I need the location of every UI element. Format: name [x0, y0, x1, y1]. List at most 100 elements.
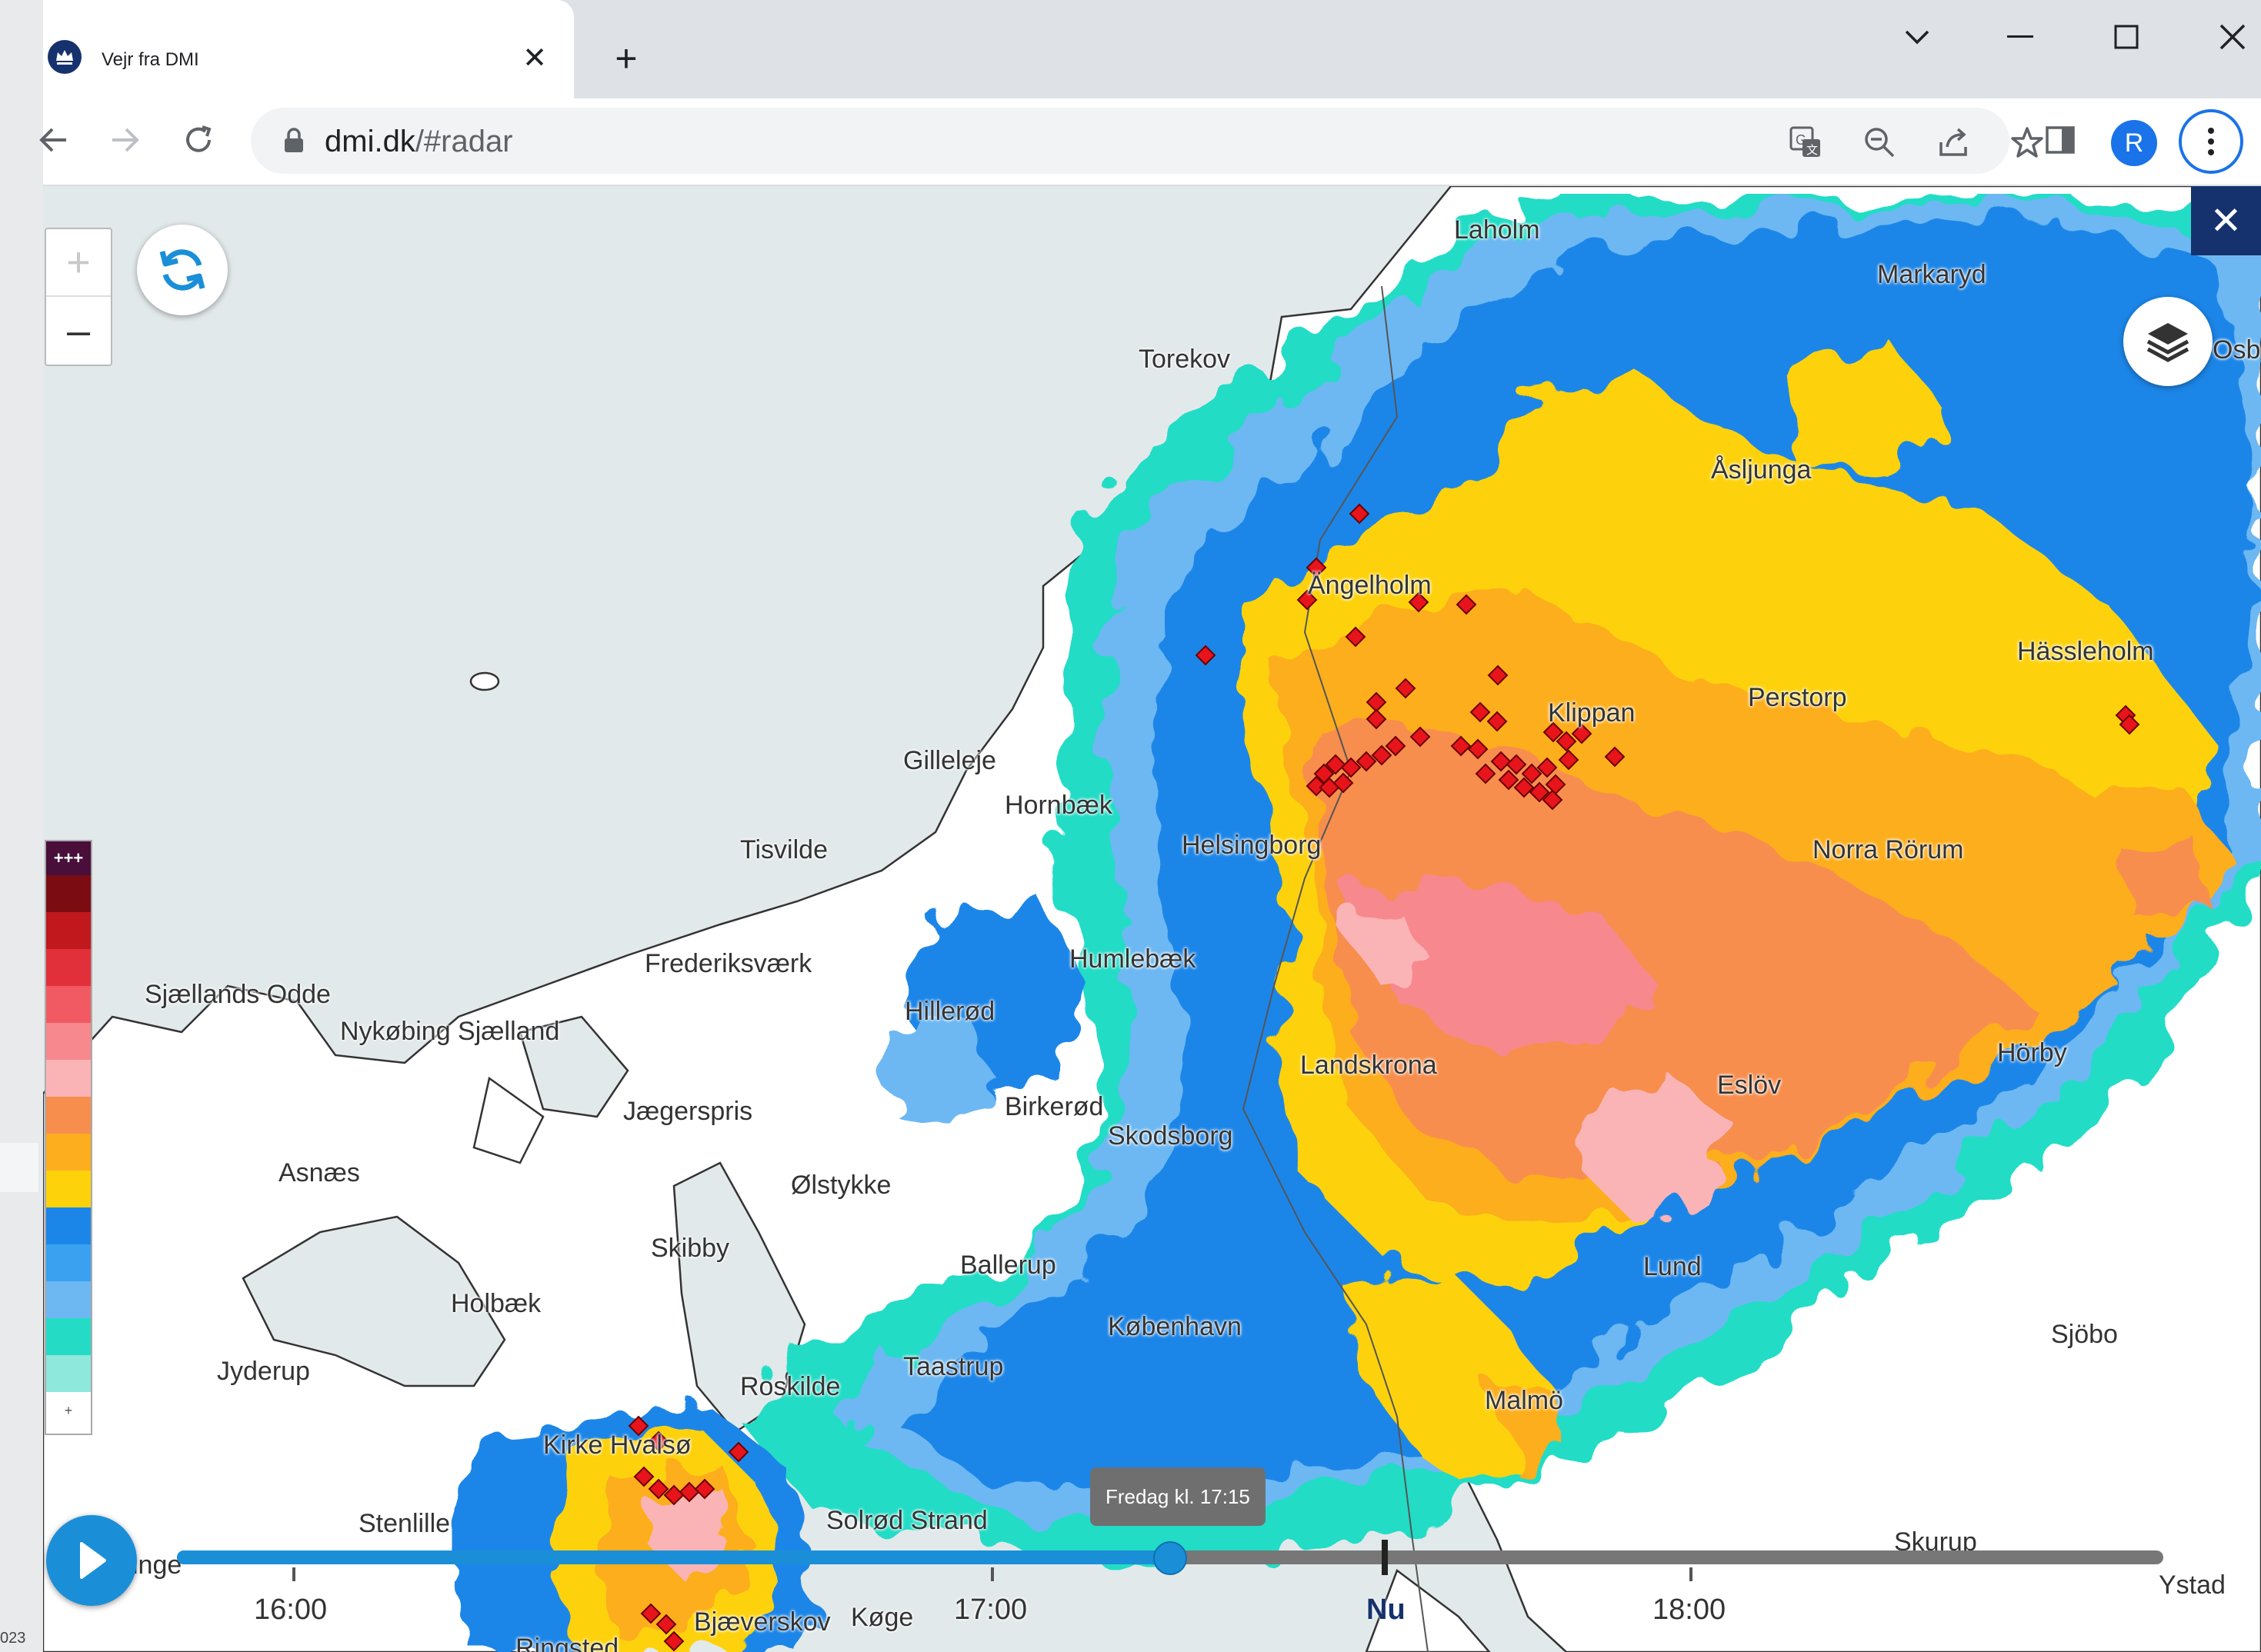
legend-swatch — [46, 1244, 91, 1281]
place-label: Birkerød — [1005, 1092, 1104, 1121]
left-window-edge: 023 — [0, 0, 43, 1652]
legend-swatch — [46, 949, 91, 986]
zoom-out-icon[interactable] — [1862, 125, 1897, 160]
place-label: Stenlille — [358, 1509, 451, 1538]
maximize-icon[interactable] — [2096, 15, 2157, 58]
edge-fragment — [0, 1143, 38, 1192]
place-label: Klippan — [1548, 698, 1636, 728]
place-label: Norra Rörum — [1812, 835, 1964, 864]
address-bar[interactable]: dmi.dk/#radar G文 — [251, 108, 2043, 174]
dmi-crown-icon — [48, 40, 82, 74]
legend-swatch — [46, 986, 91, 1023]
tab-strip: Vejr fra DMI ✕ + — [43, 0, 2261, 98]
place-label: København — [1108, 1312, 1242, 1341]
reload-icon[interactable] — [174, 115, 223, 165]
zoom-control: + – — [45, 228, 112, 366]
place-label: Kirke Hvalsø — [543, 1431, 692, 1460]
place-label: Jægerspris — [623, 1097, 753, 1126]
place-label: Eslöv — [1717, 1071, 1782, 1100]
place-label: Asnæs — [278, 1158, 360, 1187]
tab-dmi[interactable]: Vejr fra DMI ✕ — [43, 0, 574, 98]
refresh-button[interactable] — [137, 225, 228, 315]
timeline-label: 17:00 — [954, 1594, 1028, 1626]
place-label: Taastrup — [903, 1352, 1004, 1381]
place-label: Torekov — [1139, 345, 1231, 374]
browser-toolbar: dmi.dk/#radar G文 R — [39, 98, 2261, 186]
legend-swatch — [46, 1318, 91, 1355]
url-path: /#radar — [415, 125, 513, 158]
profile-avatar[interactable]: R — [2111, 120, 2157, 166]
place-label: Ängelholm — [1308, 571, 1432, 600]
place-label: Bjæverskov — [694, 1607, 831, 1637]
edge-text: 023 — [0, 1630, 26, 1647]
svg-text:文: 文 — [1806, 144, 1818, 157]
place-label: Hillerød — [905, 997, 995, 1026]
legend-swatch — [46, 1060, 91, 1097]
play-button[interactable] — [46, 1515, 137, 1606]
timeline-tick — [292, 1567, 295, 1581]
refresh-icon — [159, 249, 205, 291]
place-label: Roskilde — [740, 1372, 841, 1401]
map-base-layer — [43, 186, 2261, 1652]
menu-kebab-icon[interactable] — [2179, 109, 2243, 174]
place-label: Holbæk — [451, 1289, 542, 1318]
lock-icon[interactable] — [283, 128, 305, 158]
legend-top-label: +++ — [46, 841, 91, 875]
place-label: Frederiksværk — [645, 949, 812, 978]
translate-icon[interactable]: G文 — [1788, 125, 1823, 160]
place-label: Ballerup — [960, 1251, 1056, 1280]
forward-arrow-icon[interactable] — [100, 115, 149, 165]
back-arrow-icon[interactable] — [29, 115, 78, 165]
tab-title: Vejr fra DMI — [102, 49, 199, 70]
layers-button[interactable] — [2123, 297, 2213, 386]
place-label: Åsljunga — [1711, 455, 1812, 485]
place-label: Osb — [2213, 335, 2261, 365]
minimize-icon[interactable] — [1989, 15, 2051, 58]
legend-swatch — [46, 875, 91, 912]
url-host: dmi.dk — [325, 125, 415, 158]
timeline-progress — [177, 1550, 1170, 1564]
now-label: Nu — [1366, 1594, 1406, 1626]
legend-bottom-label: + — [64, 1402, 73, 1418]
play-icon — [80, 1542, 106, 1579]
place-label: Hässleholm — [2017, 637, 2154, 666]
zoom-in-button[interactable]: + — [46, 229, 111, 297]
place-label: Perstorp — [1748, 683, 1847, 712]
place-label: Ringsted — [515, 1634, 619, 1652]
place-label: Hörby — [1997, 1038, 2067, 1067]
close-window-icon[interactable] — [2202, 15, 2261, 58]
intensity-legend: +++ + — [45, 840, 92, 1435]
place-label: Helsingborg — [1182, 831, 1322, 860]
legend-swatch — [46, 1097, 91, 1134]
place-label: Malmö — [1485, 1386, 1564, 1415]
timeline-thumb[interactable] — [1153, 1541, 1187, 1575]
place-label: inge — [132, 1550, 182, 1580]
place-label: Jyderup — [217, 1357, 310, 1386]
place-label: Køge — [851, 1603, 914, 1632]
zoom-out-button[interactable]: – — [46, 297, 111, 365]
legend-swatch — [46, 1134, 91, 1171]
legend-swatch — [46, 1171, 91, 1207]
place-label: Markaryd — [1877, 260, 1986, 289]
place-label: Sjöbo — [2051, 1320, 2118, 1349]
legend-swatches — [46, 875, 91, 1392]
timeline-tick — [991, 1567, 994, 1581]
legend-swatch — [46, 1281, 91, 1318]
side-panel-icon[interactable] — [2040, 120, 2080, 160]
tab-close-icon[interactable]: ✕ — [515, 38, 554, 77]
island-shape — [469, 671, 500, 691]
new-tab-button[interactable]: + — [605, 37, 648, 80]
place-label: Hornbæk — [1005, 791, 1112, 820]
place-label: Sjællands Odde — [145, 980, 331, 1009]
place-label: Laholm — [1454, 215, 1540, 245]
place-label: Solrød Strand — [826, 1506, 988, 1535]
legend-swatch — [46, 1355, 91, 1392]
share-icon[interactable] — [1936, 125, 1971, 160]
place-label: Nykøbing Sjælland — [340, 1017, 560, 1046]
tab-search-chevron-icon[interactable] — [1886, 15, 1948, 58]
layers-icon — [2146, 323, 2189, 362]
close-panel-button[interactable]: ✕ — [2191, 186, 2261, 255]
radar-map[interactable]: Laholm Markaryd Torekov Åsljunga Ängelho… — [43, 186, 2261, 1652]
place-label: Humlebæk — [1069, 944, 1196, 974]
place-label: Skibby — [651, 1234, 730, 1263]
